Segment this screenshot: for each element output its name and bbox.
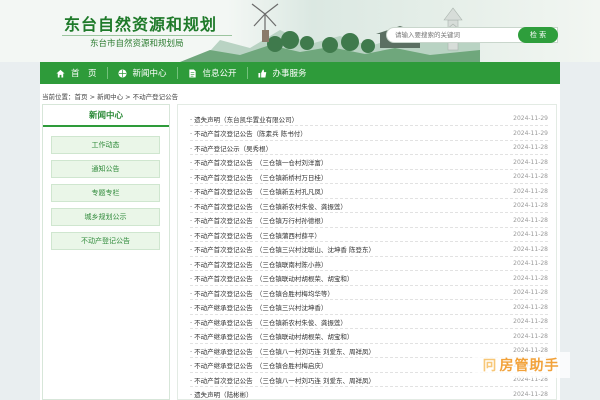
list-item-date: 2024-11-28	[513, 144, 548, 151]
nav-news-center[interactable]: 新闻中心	[108, 62, 177, 84]
list-item[interactable]: · 不动产首次登记公告 （三仓镇三兴村沈聪山、沈坤香 陈登东） 2024-11-2…	[190, 243, 548, 257]
list-item-date: 2024-11-29	[513, 115, 548, 122]
list-item[interactable]: · 不动产首次登记公告 （三仓镇联南村陈小燕） 2024-11-28	[190, 257, 548, 271]
list-item-title[interactable]: · 遗失声明（陆彬彬）	[190, 389, 513, 399]
list-item-date: 2024-11-29	[513, 129, 548, 137]
list-item-title[interactable]: · 不动产登记公示（吴秀根）	[190, 143, 513, 153]
list-item-date: 2024-11-28	[513, 303, 548, 311]
list-item-title[interactable]: · 不动产继承登记公告 （三仓镇新农村朱俊、龚振莲）	[190, 317, 513, 327]
watermark-logo: 冋 房管助手	[472, 352, 570, 378]
sidebar-title: 新闻中心	[43, 105, 169, 127]
list-item[interactable]: · 不动产首次登记公告 （三仓镇新农村朱俊、龚振莲） 2024-11-28	[190, 199, 548, 213]
home-icon	[56, 69, 65, 78]
nav-home[interactable]: 首 页	[40, 62, 107, 84]
list-item-title[interactable]: · 不动产继承登记公告 （三仓镇八一村刘巧连 刘爱东、周祥凤）	[190, 346, 513, 356]
list-item-date: 2024-11-28	[513, 187, 548, 195]
list-item-date: 2024-11-28	[513, 202, 548, 209]
sidebar-item-work-news[interactable]: 工作动态	[51, 136, 160, 154]
globe-icon	[117, 68, 127, 78]
list-item-date: 2024-11-28	[513, 173, 548, 180]
list-item[interactable]: · 遗失声明（陆彬彬） 2024-11-28	[190, 388, 548, 400]
list-item-title[interactable]: · 不动产首次登记公告 （三仓镇新五村孔凡凤）	[190, 186, 513, 196]
list-item-date: 2024-11-28	[513, 245, 548, 253]
list-item-title[interactable]: · 遗失声明（东台凯华置业有限公司）	[190, 114, 513, 124]
thumbs-up-icon	[257, 68, 266, 78]
list-item-title[interactable]: · 不动产首次登记公告 （三仓镇新农村朱俊、龚振莲）	[190, 201, 513, 211]
list-item-date: 2024-11-28	[513, 158, 548, 166]
nav-news-center-label: 新闻中心	[132, 69, 167, 79]
list-item[interactable]: · 不动产首次登记公告 （三仓镇联动村胡根荣、胡宝和） 2024-11-28	[190, 272, 548, 286]
list-item-title[interactable]: · 不动产继承登记公告 （三仓镇联动村胡根荣、胡宝和）	[190, 331, 513, 341]
list-item-date: 2024-11-28	[513, 318, 548, 325]
site-title: 东台自然资源和规划	[64, 15, 218, 34]
list-item-title[interactable]: · 不动产首次登记公告 （三仓镇八一村刘巧连 刘爱东、周祥凤）	[190, 375, 513, 385]
watermark-glyph: 冋	[482, 358, 498, 374]
watermark-text: 房管助手	[499, 358, 560, 374]
list-item[interactable]: · 不动产首次登记公告 （三仓镇新桥村万日桂） 2024-11-28	[190, 170, 548, 184]
breadcrumb: 当前位置：首页 > 新闻中心 > 不动产登记公告	[42, 93, 179, 101]
sidebar-item-property-registration[interactable]: 不动产登记公告	[51, 232, 160, 250]
list-item-title[interactable]: · 不动产首次登记公告 （三仓镇合胜村梅均华等）	[190, 288, 513, 298]
list-item[interactable]: · 不动产首次登记公告 （三仓镇蒲西村薛平） 2024-11-28	[190, 228, 548, 242]
list-item[interactable]: · 不动产首次登记公告 （三仓镇一仓村刘洋富） 2024-11-28	[190, 156, 548, 170]
list-item-title[interactable]: · 不动产继承登记公告 （三仓镇三兴村沈坤香）	[190, 302, 513, 312]
sidebar: 新闻中心 工作动态 通知公告 专题专栏 城乡规划公示 不动产登记公告	[42, 104, 170, 400]
list-item-date: 2024-11-28	[513, 274, 548, 282]
list-item-title[interactable]: · 不动产首次登记公告 （三仓镇联南村陈小燕）	[190, 259, 513, 269]
list-item-title[interactable]: · 不动产首次登记公告 （三仓镇万行村孙德根）	[190, 215, 513, 225]
list-item-date: 2024-11-28	[513, 332, 548, 340]
list-item-title[interactable]: · 不动产首次登记公告 （三仓镇联动村胡根荣、胡宝和）	[190, 273, 513, 283]
list-item-title[interactable]: · 不动产首次登记公告（陈素兵 陈书付）	[190, 128, 513, 138]
list-item-date: 2024-11-28	[513, 231, 548, 238]
list-item[interactable]: · 不动产首次登记公告（陈素兵 陈书付） 2024-11-29	[190, 127, 548, 141]
site-subtitle: 东台市自然资源和规划局	[90, 39, 184, 49]
list-item-date: 2024-11-28	[513, 260, 548, 267]
search-button[interactable]: 检 索	[518, 27, 558, 43]
list-item-title[interactable]: · 不动产首次登记公告 （三仓镇蒲西村薛平）	[190, 230, 513, 240]
list-item-date: 2024-11-28	[513, 390, 548, 398]
list-item-date: 2024-11-28	[513, 216, 548, 224]
nav-services-label: 办事服务	[272, 69, 307, 79]
list-item[interactable]: · 不动产首次登记公告 （三仓镇新五村孔凡凤） 2024-11-28	[190, 185, 548, 199]
list-item[interactable]: · 不动产继承登记公告 （三仓镇新农村朱俊、龚振莲） 2024-11-28	[190, 315, 548, 329]
list-item-date: 2024-11-28	[513, 289, 548, 296]
list-item[interactable]: · 不动产登记公示（吴秀根） 2024-11-28	[190, 141, 548, 155]
nav-services[interactable]: 办事服务	[248, 62, 317, 84]
nav-info-disclosure-label: 信息公开	[202, 69, 237, 79]
site-header: 东台自然资源和规划 东台市自然资源和规划局 检 索	[0, 0, 600, 62]
list-item-title[interactable]: · 不动产继承登记公告 （三仓镇合胜村梅启庆）	[190, 360, 513, 370]
sidebar-item-special-topics[interactable]: 专题专栏	[51, 184, 160, 202]
list-item-title[interactable]: · 不动产首次登记公告 （三仓镇三兴村沈聪山、沈坤香 陈登东）	[190, 244, 513, 254]
document-icon	[188, 68, 196, 78]
list-item[interactable]: · 不动产首次登记公告 （三仓镇合胜村梅均华等） 2024-11-28	[190, 286, 548, 300]
sidebar-item-planning-notices[interactable]: 城乡规划公示	[51, 208, 160, 226]
list-item[interactable]: · 不动产首次登记公告 （三仓镇万行村孙德根） 2024-11-28	[190, 214, 548, 228]
subtitle-divider	[62, 35, 232, 36]
list-item[interactable]: · 遗失声明（东台凯华置业有限公司） 2024-11-29	[190, 112, 548, 126]
nav-home-label: 首 页	[71, 69, 97, 79]
nav-info-disclosure[interactable]: 信息公开	[178, 62, 247, 84]
list-item-title[interactable]: · 不动产首次登记公告 （三仓镇新桥村万日桂）	[190, 172, 513, 182]
list-item[interactable]: · 不动产继承登记公告 （三仓镇联动村胡根荣、胡宝和） 2024-11-28	[190, 330, 548, 344]
main-nav: 首 页 新闻中心 信息公开 办事服务	[40, 62, 560, 84]
sidebar-item-notices[interactable]: 通知公告	[51, 160, 160, 178]
list-item[interactable]: · 不动产继承登记公告 （三仓镇三兴村沈坤香） 2024-11-28	[190, 301, 548, 315]
list-item-title[interactable]: · 不动产首次登记公告 （三仓镇一仓村刘洋富）	[190, 157, 513, 167]
